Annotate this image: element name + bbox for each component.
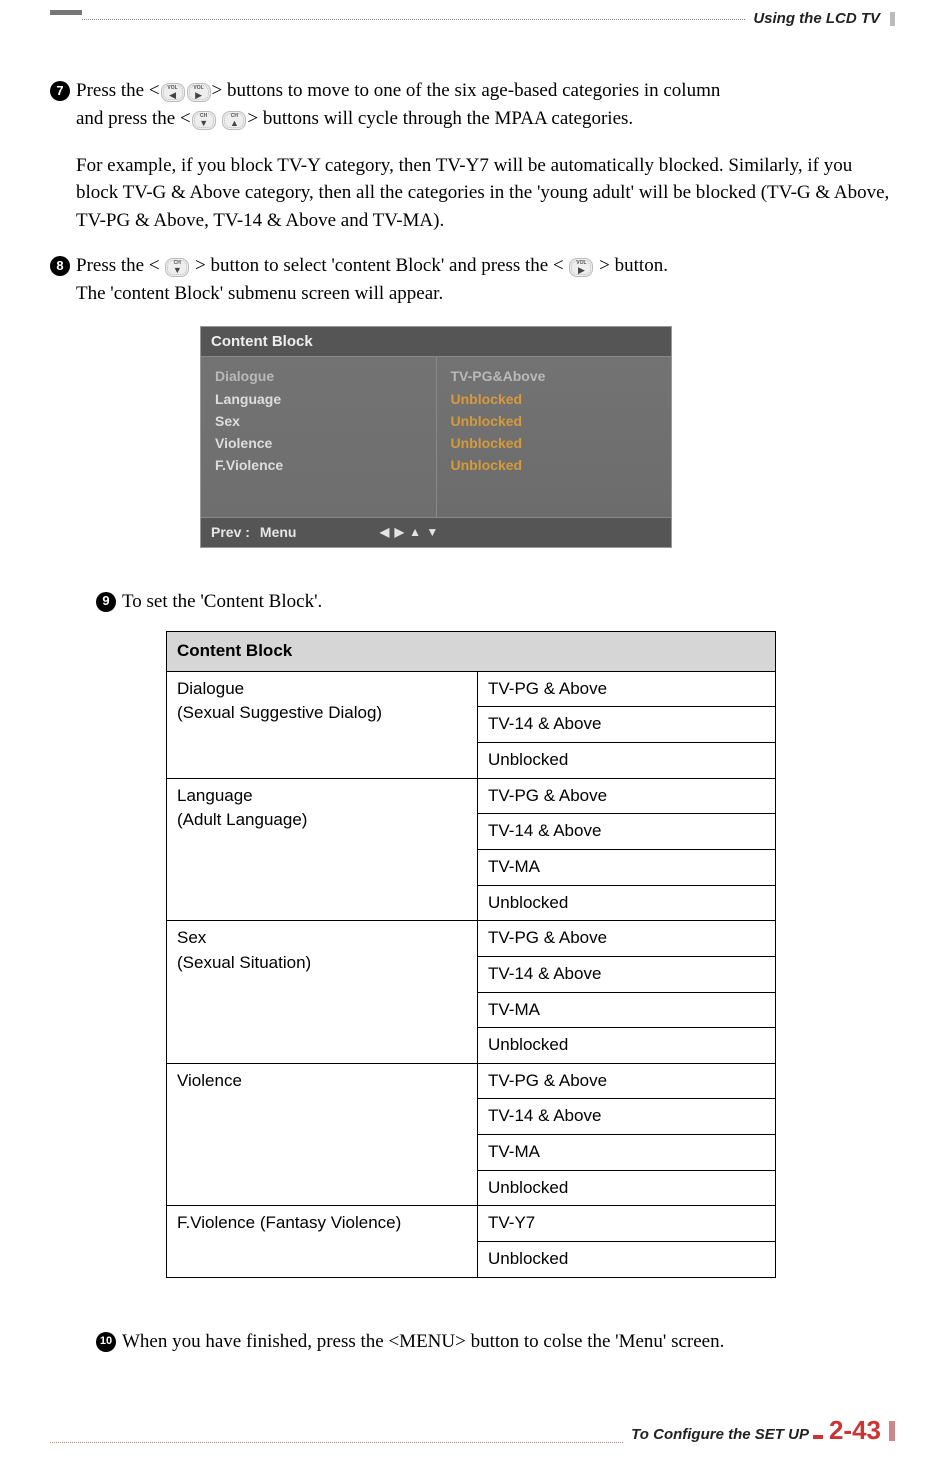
menu-value: Unblocked	[451, 432, 658, 454]
ch-down-button-icon-2: CH▼	[165, 258, 189, 277]
footer-page-number: 2-43	[829, 1415, 881, 1446]
table-row-option: Unblocked	[478, 1028, 776, 1064]
step-7-text-1b: > buttons to move to one of the six age-…	[212, 80, 721, 101]
table-row-option: Unblocked	[478, 885, 776, 921]
step-9-text: To set the 'Content Block'.	[122, 591, 322, 612]
step-9-badge: 9	[96, 592, 116, 612]
step-7-text-2b: > buttons will cycle through the MPAA ca…	[247, 108, 633, 129]
ch-up-button-icon: CH▲	[222, 111, 246, 130]
ch-down-button-icon: CH▼	[192, 111, 216, 130]
header-accent-bar	[50, 10, 82, 15]
menu-value: TV-PG&Above	[451, 365, 658, 387]
table-row-label: Language(Adult Language)	[167, 778, 478, 921]
footer-section-title: To Configure the SET UP	[631, 1426, 809, 1443]
table-row-option: TV-PG & Above	[478, 778, 776, 814]
table-row-option: Unblocked	[478, 1170, 776, 1206]
step-8-text-2: The 'content Block' submenu screen will …	[76, 283, 443, 304]
menu-footer-prev: Prev :	[211, 522, 250, 542]
menu-item: F.Violence	[215, 454, 422, 476]
step-7-text-1a: Press the <	[76, 80, 160, 101]
table-row-option: TV-14 & Above	[478, 956, 776, 992]
table-row-option: TV-PG & Above	[478, 921, 776, 957]
step-10-text: When you have finished, press the <MENU>…	[122, 1331, 724, 1352]
vol-right-button-icon-2: VOL▶	[569, 258, 593, 277]
table-row-option: TV-14 & Above	[478, 707, 776, 743]
table-row-label: Sex(Sexual Situation)	[167, 921, 478, 1064]
menu-right-column: TV-PG&Above Unblocked Unblocked Unblocke…	[437, 357, 672, 517]
table-row-label: Violence	[167, 1063, 478, 1206]
menu-footer-menu: Menu	[260, 522, 297, 542]
page-header-title: Using the LCD TV	[753, 10, 880, 27]
step-8-text-1c: > button.	[599, 255, 668, 276]
table-row-option: TV-14 & Above	[478, 814, 776, 850]
step-7-paragraph: For example, if you block TV-Y category,…	[76, 155, 889, 231]
step-8-text-1a: Press the <	[76, 255, 160, 276]
content-block-menu-screenshot: Content Block Dialogue Language Sex Viol…	[200, 326, 672, 548]
menu-item: Violence	[215, 432, 422, 454]
table-row-label: Dialogue(Sexual Suggestive Dialog)	[167, 671, 478, 778]
menu-title: Content Block	[201, 327, 671, 358]
footer-rule	[50, 1442, 623, 1443]
header-rule	[82, 19, 745, 20]
header-side-bar	[890, 12, 895, 26]
menu-footer-arrows: ◀ ▶ ▲ ▼	[380, 524, 439, 541]
menu-item: Dialogue	[215, 365, 422, 387]
menu-value: Unblocked	[451, 388, 658, 410]
menu-left-column: Dialogue Language Sex Violence F.Violenc…	[201, 357, 437, 517]
step-8-badge: 8	[50, 256, 70, 276]
vol-right-button-icon: VOL▶	[187, 83, 211, 102]
table-row-option: TV-PG & Above	[478, 671, 776, 707]
table-row-label: F.Violence (Fantasy Violence)	[167, 1206, 478, 1277]
menu-item: Language	[215, 388, 422, 410]
vol-left-button-icon: VOL◀	[161, 83, 185, 102]
table-row-option: TV-PG & Above	[478, 1063, 776, 1099]
table-header: Content Block	[167, 632, 776, 672]
table-row-option: TV-MA	[478, 992, 776, 1028]
footer-dash-icon	[813, 1435, 823, 1439]
content-block-table: Content Block Dialogue(Sexual Suggestive…	[166, 631, 776, 1278]
table-row-option: TV-MA	[478, 1135, 776, 1171]
table-row-option: TV-Y7	[478, 1206, 776, 1242]
step-10-badge: 10	[96, 1332, 116, 1352]
footer-side-bar	[889, 1421, 895, 1441]
table-row-option: TV-14 & Above	[478, 1099, 776, 1135]
step-8-text-1b: > button to select 'content Block' and p…	[195, 255, 564, 276]
menu-item: Sex	[215, 410, 422, 432]
menu-value: Unblocked	[451, 454, 658, 476]
step-7-badge: 7	[50, 81, 70, 101]
table-row-option: Unblocked	[478, 743, 776, 779]
menu-value: Unblocked	[451, 410, 658, 432]
step-7-text-2a: and press the <	[76, 108, 191, 129]
table-row-option: TV-MA	[478, 849, 776, 885]
table-row-option: Unblocked	[478, 1242, 776, 1278]
